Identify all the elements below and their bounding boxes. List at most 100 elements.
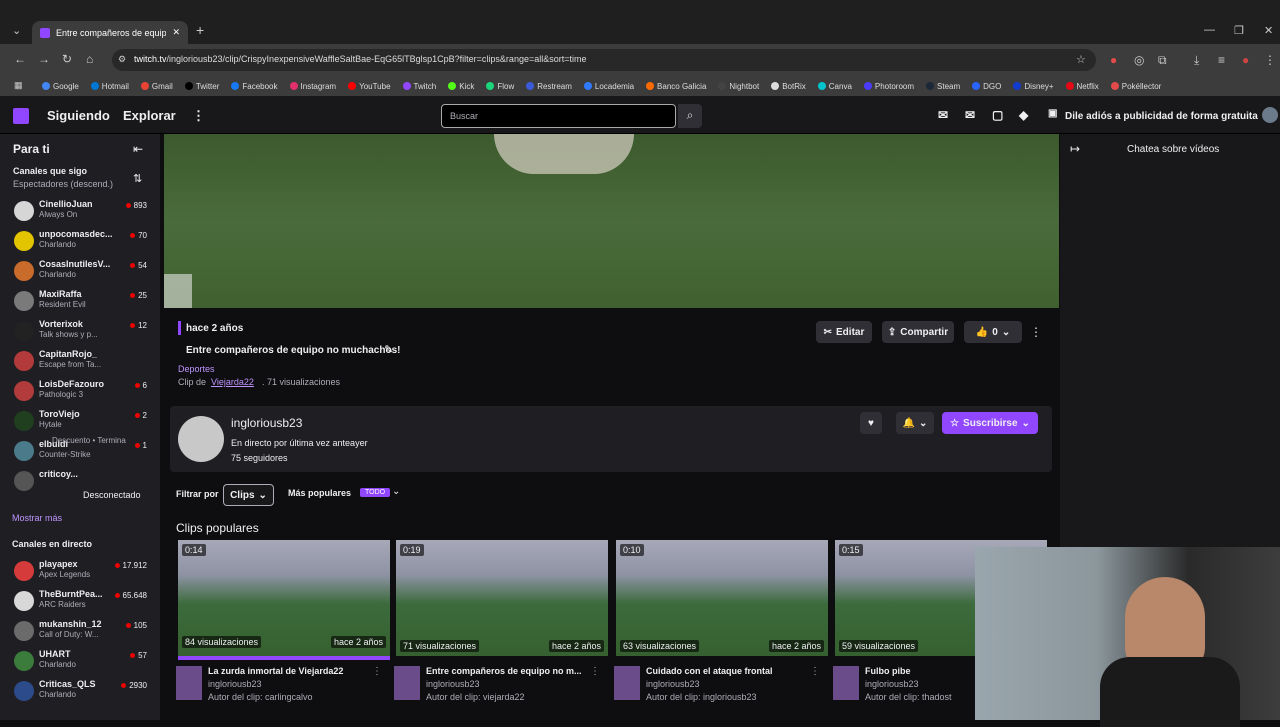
category-link[interactable]: Deportes [178,364,215,374]
edit-button[interactable]: ✂ Editar [816,321,872,343]
sidebar-channel[interactable]: LoisDeFazouro Pathologic 3 6 [12,378,152,406]
bookmark-item[interactable]: Hotmail [90,82,129,91]
sidebar-channel[interactable]: ToroViejo Hytale 2 [12,408,152,436]
bookmark-item[interactable]: Nightbot [718,82,759,91]
sidebar-channel[interactable]: Vorterixok Talk shows y p... 12 [12,318,152,346]
clip-title[interactable]: La zurda inmortal de Viejarda22 [208,666,373,676]
tab-close-icon[interactable]: ✕ [172,27,180,38]
profile-avatar[interactable]: ● [1242,53,1249,67]
nav-following[interactable]: Siguiendo [47,108,110,123]
category-boxart[interactable] [833,666,859,700]
sort-select[interactable]: Más populares [288,488,351,498]
bookmark-item[interactable]: Canva [817,82,852,91]
bookmark-item[interactable]: Google [42,82,79,91]
edit-title-icon[interactable]: ✎ [384,343,393,356]
bookmark-item[interactable]: Netflix [1065,82,1099,91]
apps-grid-icon[interactable]: ▦ [14,80,23,91]
extension-icon[interactable]: ● [1110,53,1117,67]
collapse-sidebar-icon[interactable]: ⇤ [133,142,143,156]
sort-icon[interactable]: ⇅ [133,172,142,185]
clip-title[interactable]: Entre compañeros de equipo no m... [426,666,591,676]
category-boxart[interactable] [394,666,420,700]
category-boxart[interactable] [614,666,640,700]
url-input[interactable]: twitch.tv/ingloriousb23/clip/CrispyInexp… [112,49,1096,71]
sidebar-channel[interactable]: TheBurntPea... ARC Raiders 65.648 [12,588,152,616]
clip-more-icon[interactable]: ⋮ [590,666,600,677]
bookmark-item[interactable]: YouTube [348,82,391,91]
clip-channel[interactable]: ingloriousb23 [426,679,480,689]
ad-free-button[interactable]: Dile adiós a publicidad de forma gratuit… [1065,111,1258,122]
clip-more-icon[interactable]: ⋮ [1030,325,1042,339]
bookmark-item[interactable]: Twitch [402,82,436,91]
bookmark-item[interactable]: Restream [526,82,572,91]
home-icon[interactable]: ⌂ [86,52,93,66]
twitch-logo-icon[interactable] [13,108,29,124]
tab-search-icon[interactable]: ⌄ [12,24,21,37]
notifications-button[interactable]: 🔔 ⌄ [896,412,934,434]
sidebar-channel[interactable]: CinellioJuan Always On 893 [12,198,152,226]
new-tab-icon[interactable]: + [196,22,204,38]
channel-avatar[interactable] [178,416,224,462]
download-icon[interactable]: ⤓ [1194,53,1199,68]
share-button[interactable]: ⇪ Compartir [882,321,954,343]
bookmark-item[interactable]: DGO [972,82,1001,91]
nav-explore[interactable]: Explorar [123,108,176,123]
sidebar-channel[interactable]: playapex Apex Legends 17.912 [12,558,152,586]
bookmark-item[interactable]: Gmail [140,82,173,91]
bookmark-item[interactable]: Instagram [289,82,336,91]
sidebar-channel[interactable]: Criticas_QLS Charlando 2930 [12,678,152,706]
forward-icon[interactable]: → [38,52,50,66]
clip-thumbnail[interactable] [396,540,608,656]
sidebar-channel[interactable]: CosasInutilesV... Charlando 54 [12,258,152,286]
sidebar-channel[interactable]: UHART Charlando 57 [12,648,152,676]
bookmark-item[interactable]: Facebook [231,82,278,91]
clip-author-link[interactable]: Viejarda22 [211,377,254,387]
browser-menu-icon[interactable]: ⋮ [1264,53,1276,67]
minimize-icon[interactable]: — [1204,24,1215,36]
clip-more-icon[interactable]: ⋮ [372,666,382,677]
bookmark-item[interactable]: Photoroom [863,82,914,91]
sidebar-channel[interactable]: unpocomasdec... Charlando 70 [12,228,152,256]
range-badge[interactable]: TODO [360,488,391,497]
bookmark-item[interactable]: Banco Galicia [646,82,706,91]
more-icon[interactable]: ⋮ [192,108,205,124]
clip-channel[interactable]: ingloriousb23 [646,679,700,689]
user-avatar[interactable] [1262,107,1278,123]
inbox-icon[interactable]: ✉ [965,108,975,122]
like-button[interactable]: 👍 0 ⌄ [964,321,1022,343]
bookmark-item[interactable]: BotRix [771,82,806,91]
close-window-icon[interactable]: ✕ [1264,24,1273,37]
sidebar-channel[interactable]: CapitanRojo_ Escape from Ta... [12,348,152,376]
reload-icon[interactable]: ↻ [62,52,72,66]
extensions-puzzle-icon[interactable]: ⧉ [1158,53,1167,68]
filter-type-select[interactable]: Clips ⌄ [223,484,274,506]
prime-loot-icon[interactable]: ✉ [938,108,948,122]
category-boxart[interactable] [176,666,202,700]
clip-card[interactable]: 0:10 63 visualizaciones hace 2 años [616,540,828,660]
media-icon[interactable]: ≡ [1218,53,1225,67]
clip-title[interactable]: Cuidado con el ataque frontal [646,666,811,676]
bookmark-item[interactable]: Disney+ [1013,82,1054,91]
maximize-icon[interactable]: ❐ [1234,24,1244,37]
clip-card[interactable]: 0:19 71 visualizaciones hace 2 años [396,540,608,660]
clip-more-icon[interactable]: ⋮ [810,666,820,677]
bookmark-item[interactable]: Steam [926,82,960,91]
expand-chat-icon[interactable]: ↦ [1070,142,1080,156]
bookmark-star-icon[interactable]: ☆ [1076,53,1086,66]
bookmark-item[interactable]: Locademia [583,82,634,91]
bookmark-item[interactable]: Flow [486,82,514,91]
back-icon[interactable]: ← [14,52,26,66]
site-info-icon[interactable]: ⚙ [118,54,126,65]
clip-card[interactable]: 0:14 84 visualizaciones hace 2 años [178,540,390,660]
sidebar-channel[interactable]: mukanshin_12 Call of Duty: W... 105 [12,618,152,646]
clip-channel[interactable]: ingloriousb23 [865,679,919,689]
browser-tab[interactable]: Entre compañeros de equipo n ✕ [32,21,188,44]
whispers-icon[interactable]: ▢ [992,108,1003,122]
bookmark-item[interactable]: Kick [448,82,474,91]
bits-icon[interactable]: ◆ [1019,108,1028,122]
show-more-link[interactable]: Mostrar más [12,513,62,523]
bookmark-item[interactable]: Twitter [184,82,219,91]
channel-name[interactable]: ingloriousb23 [231,416,302,430]
extension-icon-2[interactable]: ◎ [1134,53,1144,67]
follow-heart-button[interactable]: ♥ [860,412,882,434]
